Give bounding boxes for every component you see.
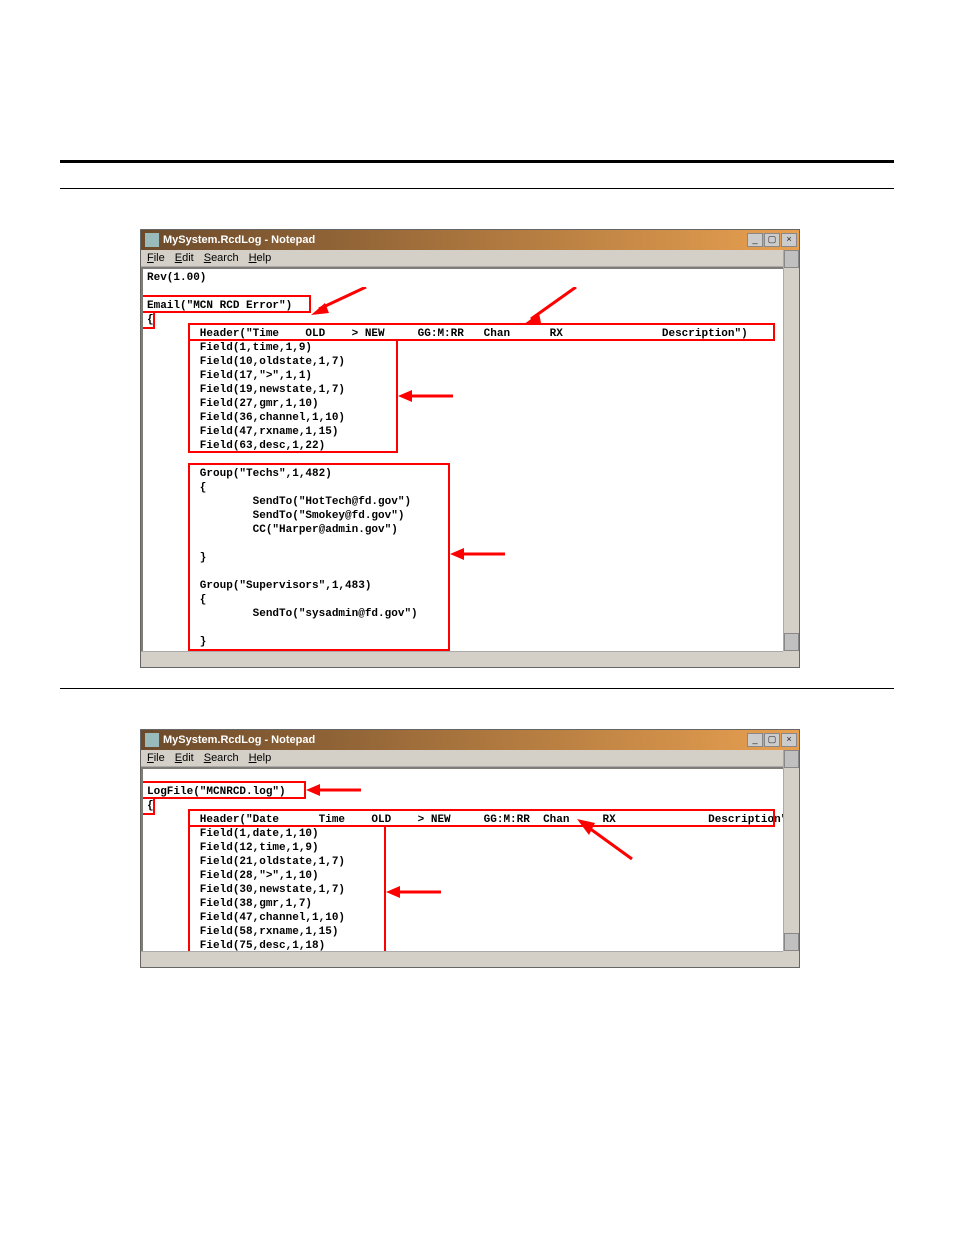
close-button[interactable]: ×	[781, 733, 797, 747]
menu-search[interactable]: Search	[204, 252, 239, 264]
vertical-scrollbar[interactable]	[783, 250, 799, 651]
window-buttons: _ ▢ ×	[747, 733, 797, 747]
arrow-header	[577, 819, 637, 863]
minimize-button[interactable]: _	[747, 733, 763, 747]
redbox-brace	[141, 311, 155, 329]
arrow-header	[521, 287, 581, 327]
middle-rule	[60, 688, 894, 689]
menubar: File Edit Search Help	[141, 750, 799, 767]
maximize-button[interactable]: ▢	[764, 733, 780, 747]
menu-help[interactable]: Help	[249, 252, 272, 264]
window-buttons: _ ▢ ×	[747, 233, 797, 247]
notepad-icon	[145, 233, 159, 247]
horizontal-scrollbar[interactable]	[141, 651, 783, 667]
menu-file[interactable]: File	[147, 252, 165, 264]
redbox-email	[141, 295, 311, 313]
menubar: File Edit Search Help	[141, 250, 799, 267]
menu-file[interactable]: File	[147, 752, 165, 764]
titlebar: MySystem.RcdLog - Notepad _ ▢ ×	[141, 230, 799, 250]
menu-search[interactable]: Search	[204, 752, 239, 764]
redbox-logfile	[141, 781, 306, 799]
menu-help[interactable]: Help	[249, 752, 272, 764]
arrow-fields	[386, 885, 446, 899]
arrow-email	[311, 287, 371, 317]
window-title: MySystem.RcdLog - Notepad	[163, 734, 315, 746]
notepad-window-2: MySystem.RcdLog - Notepad _ ▢ × File Edi…	[140, 729, 800, 968]
redbox-groups	[188, 463, 450, 651]
redbox-fields	[188, 825, 386, 953]
close-button[interactable]: ×	[781, 233, 797, 247]
arrow-groups	[450, 547, 510, 561]
second-rule	[60, 188, 894, 189]
window-title: MySystem.RcdLog - Notepad	[163, 234, 315, 246]
arrow-logfile	[306, 783, 366, 797]
top-rule	[60, 160, 894, 163]
arrow-fields	[398, 389, 458, 403]
menu-edit[interactable]: Edit	[175, 252, 194, 264]
redbox-brace	[141, 797, 155, 815]
maximize-button[interactable]: ▢	[764, 233, 780, 247]
scrollbar-corner	[783, 951, 799, 967]
notepad-window-1: MySystem.RcdLog - Notepad _ ▢ × File Edi…	[140, 229, 800, 668]
text-area[interactable]: LogFile("MCNRCD.log") { Header("Date Tim…	[141, 767, 799, 967]
titlebar: MySystem.RcdLog - Notepad _ ▢ ×	[141, 730, 799, 750]
redbox-fields	[188, 339, 398, 453]
vertical-scrollbar[interactable]	[783, 750, 799, 951]
menu-edit[interactable]: Edit	[175, 752, 194, 764]
minimize-button[interactable]: _	[747, 233, 763, 247]
horizontal-scrollbar[interactable]	[141, 951, 783, 967]
scrollbar-corner	[783, 651, 799, 667]
notepad-icon	[145, 733, 159, 747]
text-area[interactable]: Rev(1.00) Email("MCN RCD Error") { Heade…	[141, 267, 799, 667]
